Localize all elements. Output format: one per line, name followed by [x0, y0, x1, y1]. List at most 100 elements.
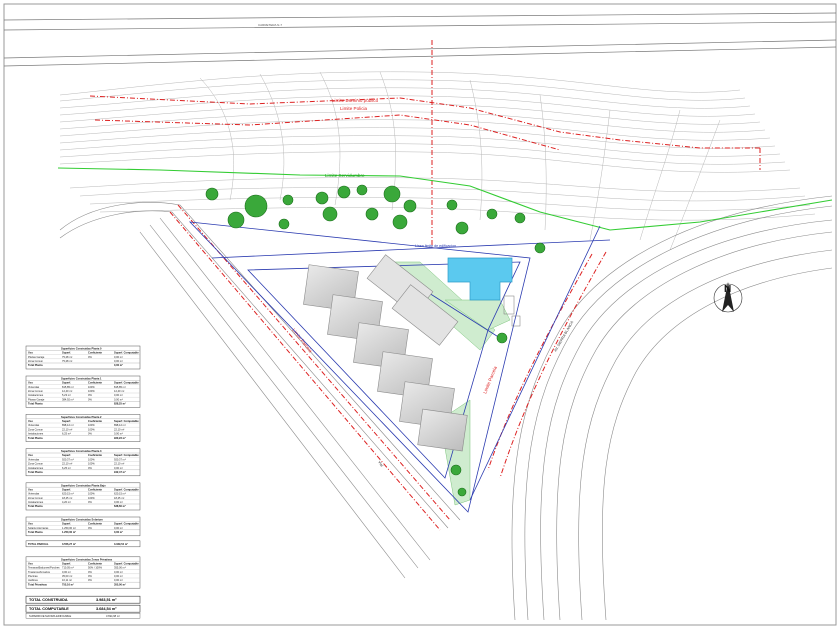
table-header-cell: Uso [28, 561, 33, 565]
table-header-cell: Superf. [62, 561, 71, 565]
grand-total-label: TOTAL CONSTRUIDA [29, 598, 68, 602]
road-label: CARRETERA N-7 [258, 23, 282, 27]
table-title: Superficies Construidas Planta 1 [61, 377, 102, 381]
table-header-cell: Superf. [62, 453, 71, 457]
table-total-cell: Total Privativas [28, 582, 48, 586]
table-cell: Viviendas [28, 457, 40, 461]
grand-total-value: 3.983,51 m² [96, 598, 117, 602]
table-cell: 0,00 m² [114, 574, 123, 578]
subtotal-cell: 3.556,27 m² [62, 542, 76, 546]
table-header-cell: Superf. Computable [114, 419, 139, 423]
table-cell: 920,37 m² [114, 457, 126, 461]
table-total-cell: Total Planta [28, 436, 43, 440]
table-total-cell: 828,25 m² [114, 402, 126, 406]
table-header-cell: Superf. Computable [114, 487, 139, 491]
table-cell: 620,15 m² [62, 492, 74, 496]
table-cell: 0,00 m² [114, 397, 123, 401]
table-cell: 0,00 m² [114, 500, 123, 504]
table-cell: 100% [88, 389, 95, 393]
table-header-cell: Superf. [62, 522, 71, 526]
table-cell: 12,40 m² [62, 389, 72, 393]
table-cell: Viviendas [28, 492, 40, 496]
table-total-cell: Total Planta [28, 402, 43, 406]
table-cell: 75,28 m² [62, 359, 72, 363]
table-cell: Zona Comun [28, 359, 44, 363]
table-header-cell: Coeficiente [88, 522, 103, 526]
table-cell: 6,25 m² [62, 466, 71, 470]
table-cell: 0,00 m² [114, 359, 123, 363]
table-cell: Piscinas [28, 574, 38, 578]
table-cell: 100% [88, 496, 95, 500]
table-cell: 0,00 m² [114, 466, 123, 470]
grand-total-value: 3.684,54 m² [96, 607, 117, 611]
table-cell: 22,10 m² [114, 427, 124, 431]
table-total-cell: 638,60 m² [114, 504, 126, 508]
table-cell: 0,00 m² [62, 570, 71, 574]
table-header-cell: Superf. [62, 351, 71, 355]
table-cell: 35,00 m² [62, 574, 72, 578]
table-cell: 12,40 m² [114, 389, 124, 393]
table-cell: 710,05 m² [62, 566, 74, 570]
table-header-cell: Coeficiente [88, 487, 103, 491]
table-cell: 815,85 m² [62, 385, 74, 389]
subtotal-cell: TOTAL PARCIAL [28, 542, 49, 546]
table-title: Superficies Construidas Planta 2 [61, 415, 102, 419]
table-total-cell: Total Planta [28, 363, 43, 367]
table-cell: 384,92 m² [62, 397, 74, 401]
table-total-cell: 355,00 m² [114, 582, 126, 586]
table-cell: 0,00 m² [114, 393, 123, 397]
table-cell: 0,00 m² [114, 570, 123, 574]
table-cell: Plazas Garaje [28, 397, 45, 401]
table-total-cell: Total Planta [28, 470, 43, 474]
table-header-cell: Superf. [62, 381, 71, 385]
table-cell: 18,45 m² [62, 496, 72, 500]
table-header-cell: Coeficiente [88, 419, 103, 423]
table-header-cell: Coeficiente [88, 453, 103, 457]
table-title: Superficies Construidas Planta Bajo [61, 483, 106, 487]
grand-total-label: TOTAL COMPUTABLE [29, 607, 69, 611]
table-title: Superficies Construidas Zonas Privativas [61, 557, 113, 561]
table-cell: Instalaciones [28, 432, 44, 436]
table-cell: 4,20 m² [62, 500, 71, 504]
table-total-cell: 942,47 m² [114, 470, 126, 474]
table-total-cell: 755,16 m² [62, 582, 74, 586]
table-cell: 100% [88, 492, 95, 496]
label-policia: Limite Policia [340, 106, 368, 111]
table-title: Superficies Construidas Planta 0 [61, 347, 102, 351]
table-cell: 100% [88, 427, 95, 431]
table-cell: Zona Comun [28, 496, 44, 500]
table-header-cell: Uso [28, 453, 33, 457]
table-header-cell: Coeficiente [88, 351, 103, 355]
table-total-cell: Total Planta [28, 504, 43, 508]
north-label: N [724, 284, 731, 295]
table-total-cell: 0,00 m² [114, 530, 123, 534]
table-header-cell: Superf. Computable [114, 381, 139, 385]
label-servidumbre: Limite Servidumbre [325, 173, 365, 178]
table-cell: Instalaciones [28, 466, 44, 470]
table-header-cell: Superf. [62, 487, 71, 491]
table-cell: 10,11 m² [62, 578, 72, 582]
table-cell: 22,10 m² [62, 462, 72, 466]
table-cell: 898,12 m² [114, 423, 126, 427]
table-header-cell: Superf. [62, 419, 71, 423]
total-note-label: SUPERFICIE MAXIMA EDIFICABLE [29, 614, 71, 618]
table-cell: 100% [88, 385, 95, 389]
table-cell: 100% [88, 457, 95, 461]
table-cell: 18,45 m² [114, 496, 124, 500]
table-cell: Viviendas [28, 385, 40, 389]
table-cell: Instalaciones [28, 393, 44, 397]
table-cell: 815,85 m² [114, 385, 126, 389]
table-header-cell: Uso [28, 351, 33, 355]
table-total-cell: 920,22 m² [114, 436, 126, 440]
table-cell: 1.250,00 m² [62, 526, 76, 530]
table-cell: Viviendas [28, 423, 40, 427]
table-cell: 75,28 m² [62, 355, 72, 359]
table-cell: 898,12 m² [62, 423, 74, 427]
label-dominio-publico: Limite Dominio publico [332, 98, 379, 103]
site-plan-drawing: CARRETERA N-7 Limite Dominio publico Lim… [3, 3, 837, 626]
table-cell: 100% [88, 423, 95, 427]
table-title: Superficies Construidas Planta 3 [61, 449, 102, 453]
table-total-cell: 1.250,00 m² [62, 530, 76, 534]
table-cell: 0,00 m² [114, 526, 123, 530]
table-total-cell: Total Planta [28, 530, 43, 534]
